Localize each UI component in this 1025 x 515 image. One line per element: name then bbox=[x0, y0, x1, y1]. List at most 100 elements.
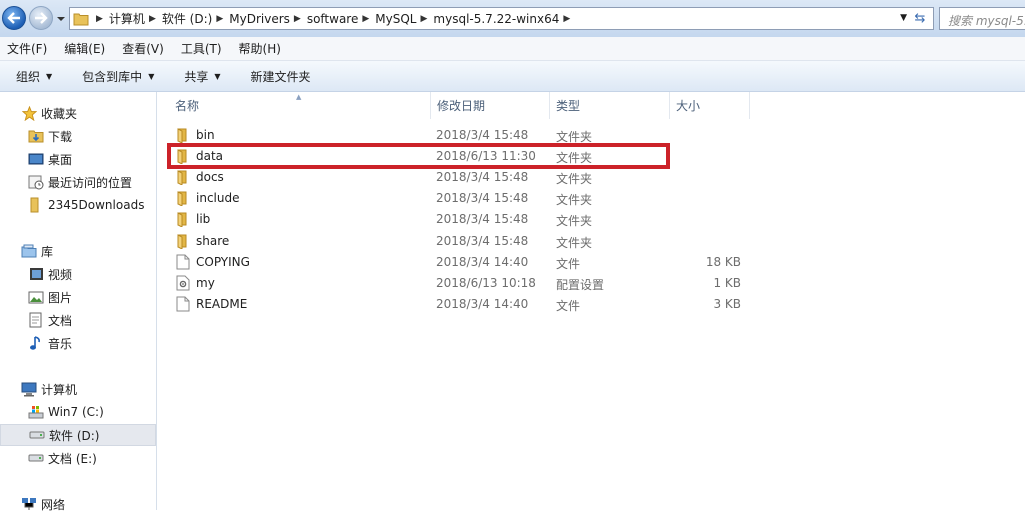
nav-label: 收藏夹 bbox=[41, 106, 78, 121]
menu-edit[interactable]: 编辑(E) bbox=[64, 40, 105, 57]
back-button[interactable] bbox=[2, 6, 26, 30]
menu-file[interactable]: 文件(F) bbox=[7, 40, 47, 57]
file-row-lib[interactable]: lib 2018/3/4 15:48 文件夹 bbox=[168, 209, 758, 230]
refresh-icon[interactable]: ⇆ bbox=[911, 10, 929, 28]
nav-item-pictures[interactable]: 图片 bbox=[0, 286, 156, 308]
file-size: 18 KB bbox=[705, 254, 741, 269]
share-button[interactable]: 共享 ▼ bbox=[184, 68, 220, 85]
forward-arrow-icon bbox=[35, 12, 48, 24]
include-in-library-button[interactable]: 包含到库中 ▼ bbox=[82, 68, 154, 85]
file-row-data[interactable]: data 2018/6/13 11:30 文件夹 bbox=[168, 146, 758, 167]
search-input[interactable]: 搜索 mysql-5.7.22-winx64 bbox=[939, 7, 1025, 30]
nav-item-desktop[interactable]: 桌面 bbox=[0, 148, 156, 170]
file-list[interactable]: 名称 ▲ 修改日期 类型 大小 bin 2018/3/4 15:48 文件夹 data… bbox=[158, 92, 1025, 510]
breadcrumb-label: 软件 (D:) bbox=[161, 12, 213, 26]
breadcrumb-separator[interactable]: ▶ bbox=[92, 14, 109, 24]
breadcrumb-arrow-icon[interactable]: ▶ bbox=[216, 14, 223, 24]
breadcrumb-mysql-folder[interactable]: mysql-5.7.22-winx64 ▶ bbox=[433, 12, 576, 26]
breadcrumb-label: MyDrivers bbox=[229, 11, 290, 26]
nav-label: 图片 bbox=[48, 290, 73, 305]
address-box[interactable]: ▶ 计算机 ▶ 软件 (D:) ▶ MyDrivers ▶ software ▶ MyS… bbox=[69, 7, 934, 30]
file-name: my bbox=[196, 275, 215, 290]
breadcrumb-label: software bbox=[306, 11, 359, 26]
computer-icon bbox=[20, 381, 38, 397]
nav-label: 下载 bbox=[48, 129, 73, 144]
nav-item-downloads[interactable]: 下载 bbox=[0, 125, 156, 147]
forward-button[interactable] bbox=[29, 6, 53, 30]
nav-libraries[interactable]: 库 bbox=[0, 240, 156, 262]
breadcrumb-computer[interactable]: 计算机 ▶ bbox=[109, 10, 162, 27]
breadcrumb-arrow-icon[interactable]: ▶ bbox=[149, 14, 156, 24]
nav-item-recent-places[interactable]: 最近访问的位置 bbox=[0, 171, 156, 193]
file-type: 文件 bbox=[556, 256, 581, 271]
file-row-include[interactable]: include 2018/3/4 15:48 文件夹 bbox=[168, 188, 758, 209]
breadcrumb-arrow-icon[interactable]: ▶ bbox=[563, 14, 570, 24]
file-row-bin[interactable]: bin 2018/3/4 15:48 文件夹 bbox=[168, 125, 758, 146]
file-row-copying[interactable]: COPYING 2018/3/4 14:40 文件 18 KB bbox=[168, 252, 758, 273]
menu-help[interactable]: 帮助(H) bbox=[239, 40, 281, 57]
column-header-type[interactable]: 类型 bbox=[550, 92, 670, 119]
nav-favorites[interactable]: 收藏夹 bbox=[0, 102, 156, 124]
nav-item-documents[interactable]: 文档 bbox=[0, 309, 156, 331]
breadcrumb-drive-d[interactable]: 软件 (D:) ▶ bbox=[162, 10, 229, 27]
chevron-down-icon: ▼ bbox=[214, 71, 221, 81]
column-headers: 名称 ▲ 修改日期 类型 大小 bbox=[158, 92, 758, 119]
column-label: 名称 bbox=[175, 99, 200, 113]
nav-computer[interactable]: 计算机 bbox=[0, 378, 156, 400]
back-arrow-icon bbox=[7, 12, 20, 24]
file-date: 2018/6/13 11:30 bbox=[436, 149, 536, 164]
breadcrumb-arrow-icon[interactable]: ▶ bbox=[420, 14, 427, 24]
new-folder-button[interactable]: 新建文件夹 bbox=[251, 68, 311, 85]
nav-item-drive-d[interactable]: 软件 (D:) bbox=[0, 424, 156, 446]
folder-icon bbox=[70, 8, 92, 29]
nav-network[interactable]: 网络 bbox=[0, 493, 156, 515]
breadcrumb-software[interactable]: software ▶ bbox=[307, 12, 375, 26]
nav-item-2345downloads[interactable]: 2345Downloads bbox=[0, 194, 156, 216]
breadcrumb-mysql[interactable]: MySQL ▶ bbox=[375, 12, 433, 26]
breadcrumb-arrow-icon[interactable]: ▶ bbox=[294, 14, 301, 24]
file-type: 配置设置 bbox=[556, 277, 605, 292]
menu-bar: 文件(F) 编辑(E) 查看(V) 工具(T) 帮助(H) bbox=[0, 37, 1025, 61]
chevron-down-icon: ▼ bbox=[46, 71, 53, 81]
organize-button[interactable]: 组织 ▼ bbox=[16, 68, 52, 85]
file-date: 2018/3/4 15:48 bbox=[436, 170, 529, 185]
column-header-size[interactable]: 大小 bbox=[670, 92, 750, 119]
nav-item-music[interactable]: 音乐 bbox=[0, 332, 156, 354]
column-header-date[interactable]: 修改日期 bbox=[431, 92, 550, 119]
file-size: 3 KB bbox=[713, 296, 741, 311]
file-type: 文件夹 bbox=[556, 172, 593, 187]
nav-label: 视频 bbox=[48, 267, 73, 282]
nav-item-drive-c[interactable]: Win7 (C:) bbox=[0, 401, 156, 423]
recent-pages-dropdown-icon[interactable] bbox=[56, 14, 66, 24]
breadcrumb-label: 计算机 bbox=[108, 12, 145, 26]
menu-tools[interactable]: 工具(T) bbox=[181, 40, 222, 57]
folder-icon bbox=[176, 190, 192, 208]
breadcrumb-mydrivers[interactable]: MyDrivers ▶ bbox=[229, 12, 307, 26]
nav-label: 最近访问的位置 bbox=[48, 175, 133, 190]
file-type: 文件夹 bbox=[556, 235, 593, 250]
nav-label: 软件 (D:) bbox=[49, 428, 100, 443]
recent-places-icon bbox=[27, 174, 45, 190]
folder-icon bbox=[176, 127, 192, 144]
file-row-my[interactable]: my 2018/6/13 10:18 配置设置 1 KB bbox=[168, 273, 758, 294]
chevron-down-icon: ▼ bbox=[148, 71, 155, 81]
menu-view[interactable]: 查看(V) bbox=[122, 40, 164, 57]
file-row-readme[interactable]: README 2018/3/4 14:40 文件 3 KB bbox=[168, 294, 758, 315]
file-row-share[interactable]: share 2018/3/4 15:48 文件夹 bbox=[168, 231, 758, 252]
nav-label: 桌面 bbox=[48, 152, 73, 167]
documents-icon bbox=[27, 312, 45, 328]
share-label: 共享 bbox=[184, 69, 209, 84]
desktop-icon bbox=[27, 151, 45, 167]
breadcrumb-arrow-icon[interactable]: ▶ bbox=[362, 14, 369, 24]
column-label: 修改日期 bbox=[437, 99, 486, 113]
file-name: include bbox=[196, 191, 240, 206]
nav-label: 库 bbox=[41, 244, 54, 259]
address-history-dropdown-icon[interactable]: ▼ bbox=[900, 13, 907, 23]
drive-icon bbox=[27, 450, 45, 466]
star-icon bbox=[20, 105, 38, 121]
nav-item-videos[interactable]: 视频 bbox=[0, 263, 156, 285]
nav-item-drive-e[interactable]: 文档 (E:) bbox=[0, 447, 156, 469]
file-date: 2018/6/13 10:18 bbox=[436, 275, 536, 290]
navigation-pane[interactable]: 收藏夹 下载 桌面 最近访问的位置 2345Downloads 库 视频 图片 … bbox=[0, 92, 157, 512]
file-row-docs[interactable]: docs 2018/3/4 15:48 文件夹 bbox=[168, 167, 758, 188]
